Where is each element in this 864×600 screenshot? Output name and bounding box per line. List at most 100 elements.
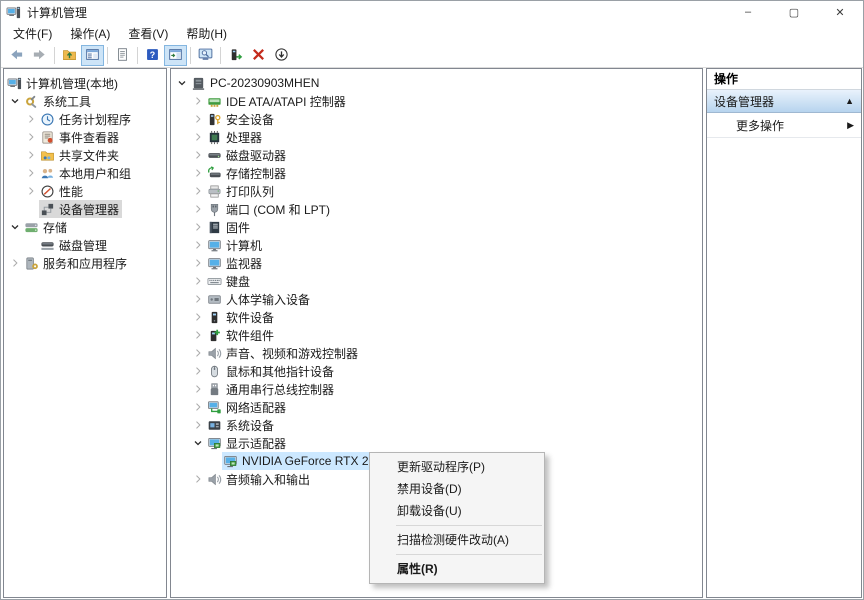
tree-item-core[interactable]: 鼠标和其他指针设备 <box>206 362 337 380</box>
tree-item[interactable]: 磁盘管理 <box>4 236 166 254</box>
tree-item-core[interactable]: 处理器 <box>206 128 265 146</box>
chevron-collapsed-icon[interactable] <box>189 129 206 145</box>
tree-item-core[interactable]: PC-20230903MHEN <box>190 74 322 92</box>
maximize-button[interactable]: ▢ <box>771 1 817 23</box>
chevron-collapsed-icon[interactable] <box>22 165 39 181</box>
chevron-collapsed-icon[interactable] <box>189 93 206 109</box>
tree-item[interactable]: 人体学输入设备 <box>171 290 702 308</box>
tree-item[interactable]: IDE ATA/ATAPI 控制器 <box>171 92 702 110</box>
tree-item-core[interactable]: 端口 (COM 和 LPT) <box>206 200 333 218</box>
chevron-expanded-icon[interactable] <box>6 93 23 109</box>
tree-item[interactable]: 显示适配器 <box>171 434 702 452</box>
tree-item[interactable]: 鼠标和其他指针设备 <box>171 362 702 380</box>
tree-item[interactable]: 键盘 <box>171 272 702 290</box>
context-menu-item[interactable]: 卸载设备(U) <box>370 500 544 522</box>
tree-item-core[interactable]: 音频输入和输出 <box>206 470 313 488</box>
chevron-collapsed-icon[interactable] <box>189 183 206 199</box>
tree-item-core[interactable]: 本地用户和组 <box>39 164 134 182</box>
tree-item[interactable]: 系统设备 <box>171 416 702 434</box>
context-menu-item[interactable]: 扫描检测硬件改动(A) <box>370 529 544 551</box>
chevron-collapsed-icon[interactable] <box>189 147 206 163</box>
tree-item[interactable]: 服务和应用程序 <box>4 254 166 272</box>
chevron-collapsed-icon[interactable] <box>6 255 23 271</box>
tree-item[interactable]: 计算机管理(本地) <box>4 74 166 92</box>
collapse-arrow-icon[interactable]: ▲ <box>845 96 854 106</box>
chevron-collapsed-icon[interactable] <box>189 471 206 487</box>
tree-item[interactable]: PC-20230903MHEN <box>171 74 702 92</box>
properties-button[interactable] <box>111 45 134 66</box>
tree-item[interactable]: 监视器 <box>171 254 702 272</box>
chevron-collapsed-icon[interactable] <box>22 129 39 145</box>
tree-item[interactable]: 软件组件 <box>171 326 702 344</box>
chevron-collapsed-icon[interactable] <box>189 111 206 127</box>
chevron-collapsed-icon[interactable] <box>189 219 206 235</box>
tree-item[interactable]: 事件查看器 <box>4 128 166 146</box>
menubar-item-0[interactable]: 文件(F) <box>4 23 61 44</box>
chevron-collapsed-icon[interactable] <box>189 345 206 361</box>
tree-item-core[interactable]: 事件查看器 <box>39 128 122 146</box>
tree-item[interactable]: 任务计划程序 <box>4 110 166 128</box>
disable-device-button[interactable] <box>247 45 270 66</box>
tree-item[interactable]: 磁盘驱动器 <box>171 146 702 164</box>
tree-item[interactable]: 通用串行总线控制器 <box>171 380 702 398</box>
chevron-collapsed-icon[interactable] <box>189 201 206 217</box>
tree-item-core[interactable]: 固件 <box>206 218 253 236</box>
chevron-collapsed-icon[interactable] <box>22 183 39 199</box>
tree-item[interactable]: 安全设备 <box>171 110 702 128</box>
show-console-tree-button[interactable] <box>81 45 104 66</box>
remote-computer-button[interactable] <box>194 45 217 66</box>
chevron-collapsed-icon[interactable] <box>22 111 39 127</box>
tree-item[interactable]: 本地用户和组 <box>4 164 166 182</box>
context-menu-item[interactable]: 禁用设备(D) <box>370 478 544 500</box>
tree-item-core[interactable]: 系统工具 <box>23 92 94 110</box>
tree-item[interactable]: 存储控制器 <box>171 164 702 182</box>
tree-item[interactable]: 系统工具 <box>4 92 166 110</box>
up-one-level-button[interactable] <box>58 45 81 66</box>
tree-item-core[interactable]: 任务计划程序 <box>39 110 134 128</box>
tree-item[interactable]: 共享文件夹 <box>4 146 166 164</box>
chevron-collapsed-icon[interactable] <box>189 255 206 271</box>
tree-item[interactable]: 软件设备 <box>171 308 702 326</box>
tree-item[interactable]: 固件 <box>171 218 702 236</box>
chevron-expanded-icon[interactable] <box>173 75 190 91</box>
chevron-collapsed-icon[interactable] <box>189 273 206 289</box>
tree-item-core[interactable]: 通用串行总线控制器 <box>206 380 337 398</box>
tree-item-core[interactable]: 共享文件夹 <box>39 146 122 164</box>
chevron-collapsed-icon[interactable] <box>189 237 206 253</box>
tree-item-core[interactable]: 软件组件 <box>206 326 277 344</box>
chevron-collapsed-icon[interactable] <box>189 399 206 415</box>
tree-item-core[interactable]: 显示适配器 <box>206 434 289 452</box>
tree-item-core[interactable]: 网络适配器 <box>206 398 289 416</box>
tree-item[interactable]: 处理器 <box>171 128 702 146</box>
context-menu-item[interactable]: 更新驱动程序(P) <box>370 456 544 478</box>
tree-item[interactable]: 网络适配器 <box>171 398 702 416</box>
chevron-collapsed-icon[interactable] <box>189 417 206 433</box>
tree-item-core[interactable]: 安全设备 <box>206 110 277 128</box>
show-action-pane-button[interactable] <box>164 45 187 66</box>
chevron-collapsed-icon[interactable] <box>22 147 39 163</box>
context-menu-item[interactable]: 属性(R) <box>370 558 544 580</box>
tree-item-core[interactable]: 设备管理器 <box>39 200 122 218</box>
tree-item-core[interactable]: 存储 <box>23 218 70 236</box>
chevron-expanded-icon[interactable] <box>189 435 206 451</box>
tree-item-core[interactable]: 服务和应用程序 <box>23 254 130 272</box>
menubar-item-2[interactable]: 查看(V) <box>119 23 177 44</box>
update-driver-button[interactable] <box>224 45 247 66</box>
tree-item-core[interactable]: 磁盘驱动器 <box>206 146 289 164</box>
chevron-collapsed-icon[interactable] <box>189 165 206 181</box>
chevron-collapsed-icon[interactable] <box>189 309 206 325</box>
tree-item-core[interactable]: 计算机管理(本地) <box>6 74 121 92</box>
menubar-item-3[interactable]: 帮助(H) <box>177 23 236 44</box>
back-button[interactable] <box>5 45 28 66</box>
help-button[interactable]: ? <box>141 45 164 66</box>
scan-hardware-button[interactable] <box>270 45 293 66</box>
tree-item-core[interactable]: 计算机 <box>206 236 265 254</box>
tree-item-core[interactable]: 磁盘管理 <box>39 236 110 254</box>
forward-button[interactable] <box>28 45 51 66</box>
tree-item[interactable]: 声音、视频和游戏控制器 <box>171 344 702 362</box>
tree-item[interactable]: 设备管理器 <box>4 200 166 218</box>
chevron-expanded-icon[interactable] <box>6 219 23 235</box>
chevron-collapsed-icon[interactable] <box>189 327 206 343</box>
minimize-button[interactable]: – <box>725 1 771 23</box>
tree-item-core[interactable]: 软件设备 <box>206 308 277 326</box>
